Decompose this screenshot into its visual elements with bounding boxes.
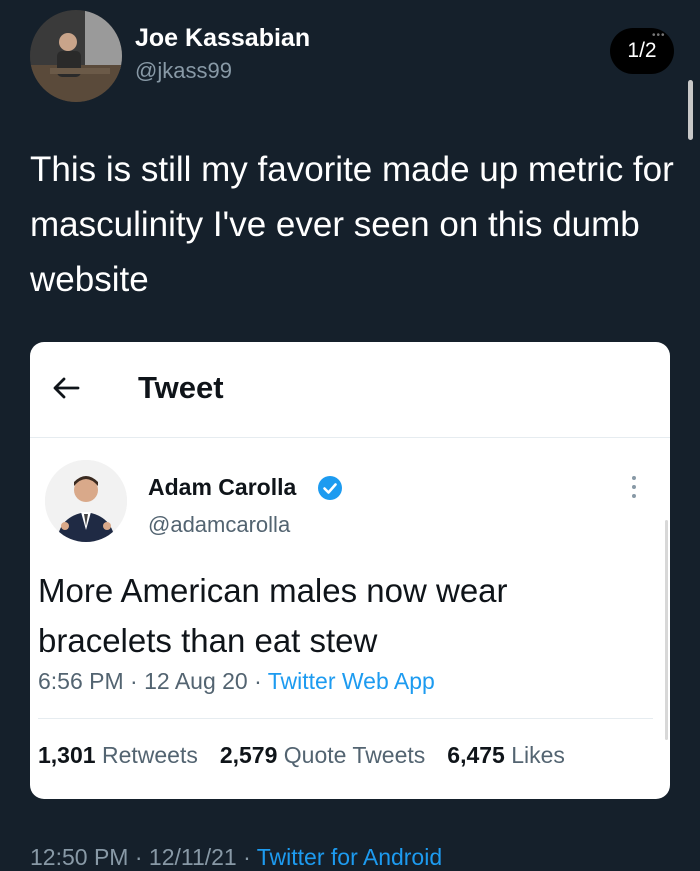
profile-photo-icon [45,460,127,542]
footer-time: 12:50 PM [30,844,129,870]
card-header: Tweet [30,342,670,438]
verified-badge-icon [318,476,342,500]
embedded-author-avatar[interactable] [45,460,127,542]
embedded-author-name[interactable]: Adam Carolla [148,474,296,501]
embedded-author-handle[interactable]: @adamcarolla [148,512,290,538]
profile-photo-icon [30,10,122,102]
embedded-tweet-card: Tweet Adam Carolla @adamcarolla More Ame… [30,342,670,799]
inner-scrollbar[interactable] [665,520,668,740]
badge-dots-icon: ••• [652,30,666,41]
tweet-footer-meta: 12:50 PM · 12/11/21 · Twitter for Androi… [30,844,443,870]
embedded-tweet-meta: 6:56 PM · 12 Aug 20 · Twitter Web App [38,668,435,694]
quotes-stat[interactable]: 2,579 Quote Tweets [220,742,425,768]
embedded-tweet-text: More American males now wear bracelets t… [38,572,508,659]
likes-count: 6,475 [447,742,505,768]
likes-label: Likes [511,742,565,768]
retweets-label: Retweets [101,742,198,768]
quotes-count: 2,579 [219,742,278,768]
author-name[interactable]: Joe Kassabian [135,24,310,53]
divider [38,718,653,719]
embedded-source-link[interactable]: Twitter Web App [268,668,435,694]
retweets-stat[interactable]: 1,301 Retweets [38,742,198,768]
back-arrow-icon[interactable] [50,372,82,404]
author-avatar[interactable] [30,10,122,102]
footer-source-link[interactable]: Twitter for Android [257,844,442,870]
embedded-stats: 1,301 Retweets 2,579 Quote Tweets 6,475 Li… [38,742,565,769]
more-vertical-icon[interactable] [622,470,646,504]
scrollbar[interactable] [688,80,693,140]
footer-date: 12/11/21 [148,844,237,870]
likes-stat[interactable]: 6,475 Likes [447,742,565,768]
tweet-text: This is still my favorite made up metric… [30,150,674,299]
card-title: Tweet [138,370,224,405]
retweets-count: 1,301 [38,742,96,768]
author-handle[interactable]: @jkass99 [135,58,232,84]
quotes-label: Quote Tweets [283,742,426,768]
embedded-date: 12 Aug 20 [144,668,248,694]
embedded-time: 6:56 PM [38,668,124,694]
